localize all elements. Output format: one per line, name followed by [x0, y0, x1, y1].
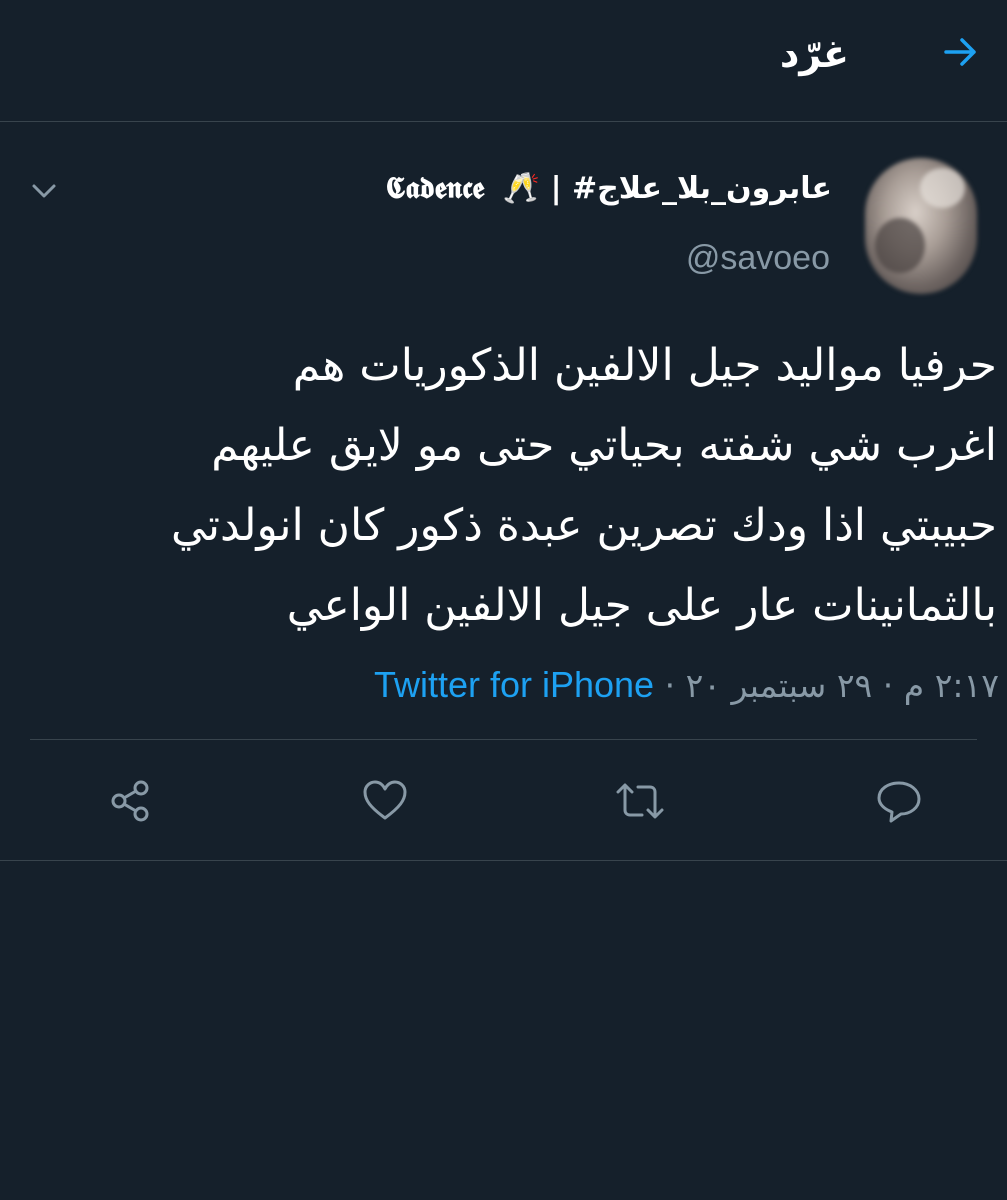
display-name[interactable]: عابرون_بلا_علاج# | 🥂 𝕮𝖆𝖉𝖊𝖓𝖈𝖊 — [385, 167, 832, 211]
share-button[interactable] — [102, 773, 158, 829]
heart-icon — [363, 780, 407, 820]
divider — [30, 739, 977, 740]
tweet-text-line: حبيبتي اذا ودك تصرين عبدة ذكور كان انولد… — [171, 500, 997, 551]
arrow-right-icon — [944, 38, 976, 66]
tweet: عابرون_بلا_علاج# | 🥂 𝕮𝖆𝖉𝖊𝖓𝖈𝖊 @savoeo حرف… — [0, 123, 1007, 861]
tweet-text-line: اغرب شي شفته بحياتي حتى مو لايق عليهم — [211, 420, 997, 471]
tweet-date: ٢٩ سبتمبر ٢٠ — [685, 666, 873, 705]
share-icon — [111, 780, 149, 822]
tweet-text: حرفيا مواليد جيل الالفين الذكوريات هم اغ… — [47, 326, 997, 646]
tweet-text-line: بالثمانينات عار على جيل الالفين الواعي — [286, 580, 997, 631]
display-name-emoji: 🥂 — [502, 171, 541, 206]
tweet-time: ٢:١٧ م — [903, 666, 999, 705]
display-name-text: عابرون_بلا_علاج# | — [550, 171, 832, 206]
retweet-button[interactable] — [612, 773, 668, 829]
avatar[interactable] — [865, 158, 977, 294]
user-handle[interactable]: @savoeo — [686, 236, 830, 280]
tweet-meta: ٢:١٧ م · ٢٩ سبتمبر ٢٠ · Twitter for iPho… — [374, 663, 999, 708]
meta-separator: · — [882, 666, 894, 705]
tweet-actions — [0, 773, 1007, 833]
chevron-down-icon[interactable] — [26, 173, 62, 209]
page-title: غرّد — [779, 32, 849, 76]
retweet-icon — [616, 783, 664, 819]
tweet-text-line: حرفيا مواليد جيل الالفين الذكوريات هم — [292, 340, 997, 391]
reply-icon — [877, 781, 921, 823]
back-button[interactable] — [937, 28, 985, 76]
like-button[interactable] — [357, 773, 413, 829]
top-bar: غرّد — [0, 0, 1007, 122]
tweet-detail-page: غرّد عابرون_بلا_علاج# | 🥂 𝕮𝖆𝖉𝖊𝖓𝖈𝖊 @savoe… — [0, 0, 1007, 1200]
meta-separator: · — [664, 666, 676, 705]
display-name-brand: 𝕮𝖆𝖉𝖊𝖓𝖈𝖊 — [385, 171, 485, 206]
reply-button[interactable] — [871, 773, 927, 829]
tweet-source-link[interactable]: Twitter for iPhone — [374, 664, 654, 705]
